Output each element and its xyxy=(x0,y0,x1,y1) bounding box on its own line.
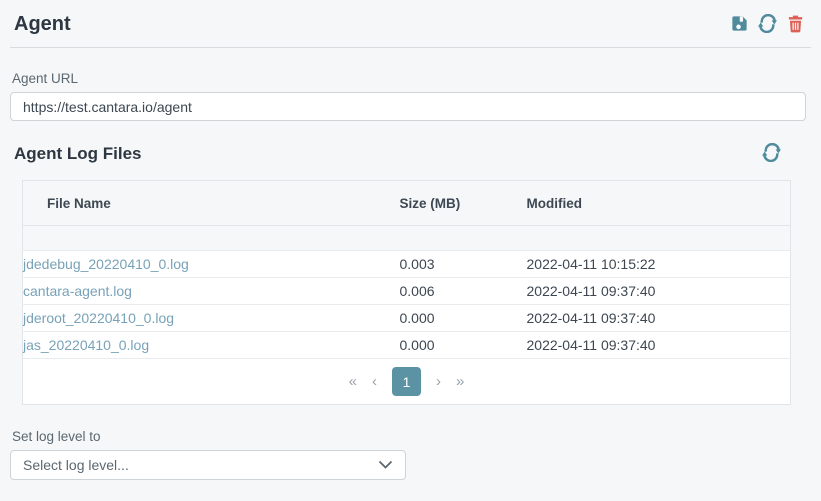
empty-table-row xyxy=(23,226,791,251)
pagination-last-button[interactable]: » xyxy=(456,373,464,390)
column-header-file-name: File Name xyxy=(23,181,400,226)
refresh-log-files-button[interactable] xyxy=(762,143,781,165)
log-files-title: Agent Log Files xyxy=(14,144,142,164)
agent-url-label: Agent URL xyxy=(12,71,811,86)
file-size-cell: 0.000 xyxy=(400,305,527,332)
log-file-link[interactable]: cantara-agent.log xyxy=(23,283,132,299)
save-icon xyxy=(730,14,749,36)
log-level-label: Set log level to xyxy=(12,429,811,444)
delete-agent-button[interactable] xyxy=(786,14,805,36)
page-header: Agent xyxy=(10,0,811,48)
table-row: jderoot_20220410_0.log 0.0002022-04-11 09… xyxy=(23,305,791,332)
save-agent-button[interactable] xyxy=(730,14,749,36)
log-level-select[interactable]: Select log level... xyxy=(10,450,406,480)
log-level-select-value: Select log level... xyxy=(23,457,129,473)
file-size-cell: 0.000 xyxy=(400,332,527,359)
table-row: jas_20220410_0.log 0.0002022-04-11 09:37:… xyxy=(23,332,791,359)
pagination-next-button[interactable]: › xyxy=(436,373,441,390)
log-file-link[interactable]: jdedebug_20220410_0.log xyxy=(23,256,189,272)
trash-icon xyxy=(786,14,805,36)
log-files-section-header: Agent Log Files xyxy=(10,143,811,165)
log-file-rows: jdedebug_20220410_0.log 0.0032022-04-11 1… xyxy=(23,226,791,359)
refresh-agent-button[interactable] xyxy=(758,14,777,36)
agent-url-input[interactable] xyxy=(10,92,806,121)
agent-url-field: Agent URL xyxy=(10,71,811,121)
pagination-first-button[interactable]: « xyxy=(349,373,357,390)
page-title: Agent xyxy=(14,13,71,36)
agent-page: Agent xyxy=(0,0,821,480)
log-level-field: Set log level to Select log level... xyxy=(10,429,811,480)
refresh-icon xyxy=(758,14,777,36)
column-header-size: Size (MB) xyxy=(400,181,527,226)
table-header-row: File Name Size (MB) Modified xyxy=(23,181,791,226)
file-modified-cell: 2022-04-11 09:37:40 xyxy=(527,278,791,305)
pagination-prev-button[interactable]: ‹ xyxy=(372,373,377,390)
column-header-modified: Modified xyxy=(527,181,791,226)
log-files-table: File Name Size (MB) Modified jdedebug_20… xyxy=(22,180,791,405)
table-row: jdedebug_20220410_0.log 0.0032022-04-11 1… xyxy=(23,251,791,278)
chevron-down-icon xyxy=(378,456,393,474)
header-actions xyxy=(730,14,805,36)
pagination-page-1-button[interactable]: 1 xyxy=(392,367,421,396)
file-modified-cell: 2022-04-11 10:15:22 xyxy=(527,251,791,278)
pagination-row: « ‹ 1 › » xyxy=(23,359,791,405)
file-size-cell: 0.003 xyxy=(400,251,527,278)
file-modified-cell: 2022-04-11 09:37:40 xyxy=(527,305,791,332)
table-row: cantara-agent.log 0.0062022-04-11 09:37:4… xyxy=(23,278,791,305)
log-file-link[interactable]: jderoot_20220410_0.log xyxy=(23,310,174,326)
pagination: « ‹ 1 › » xyxy=(23,367,790,396)
log-file-link[interactable]: jas_20220410_0.log xyxy=(23,337,149,353)
refresh-icon xyxy=(762,143,781,165)
file-size-cell: 0.006 xyxy=(400,278,527,305)
file-modified-cell: 2022-04-11 09:37:40 xyxy=(527,332,791,359)
